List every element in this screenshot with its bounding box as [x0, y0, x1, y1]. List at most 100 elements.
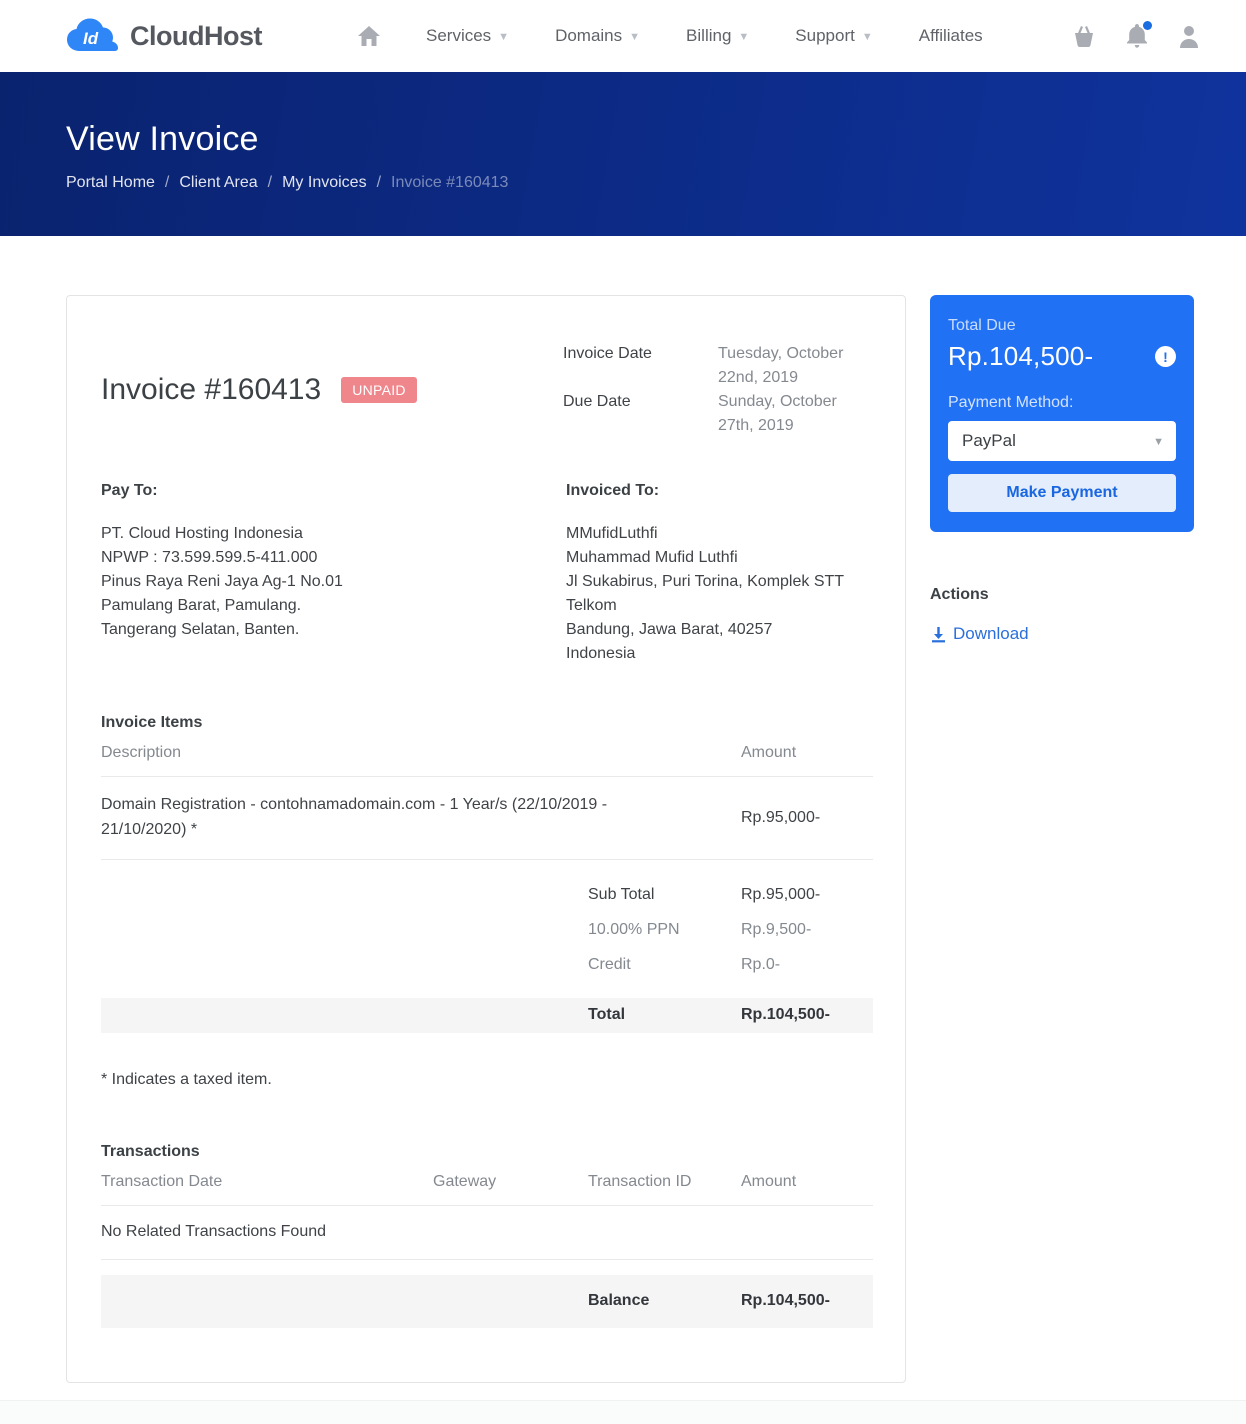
due-date-label: Due Date: [563, 393, 631, 410]
pay-to-line: Tangerang Selatan, Banten.: [101, 621, 300, 638]
user-account-icon[interactable]: [1178, 25, 1200, 48]
invoice-dates: Invoice Date Tuesday, October 22nd, 2019…: [563, 342, 873, 438]
nav-item-domains[interactable]: Domains ▼: [555, 26, 640, 46]
download-icon: [930, 626, 947, 643]
column-amount: Amount: [741, 1173, 797, 1190]
invoiced-to-line: Jl Sukabirus, Puri Torina, Komplek STT T…: [566, 573, 844, 614]
total-value: Rp.104,500-: [741, 1006, 830, 1023]
invoiced-to-line: Indonesia: [566, 645, 636, 662]
pay-to-block: Pay To: PT. Cloud Hosting Indonesia NPWP…: [101, 482, 566, 666]
payment-method-select[interactable]: PayPal ▼: [948, 421, 1176, 461]
pay-to-line: Pamulang Barat, Pamulang.: [101, 597, 302, 614]
nav-item-services[interactable]: Services ▼: [426, 26, 509, 46]
totals-section: Sub Total Rp.95,000- 10.00% PPN Rp.9,500…: [101, 878, 873, 1033]
total-row: Total Rp.104,500-: [101, 998, 873, 1033]
breadcrumb-my-invoices[interactable]: My Invoices: [282, 174, 366, 192]
brand-logo[interactable]: Id CloudHost: [66, 17, 262, 55]
total-due-amount: Rp.104,500-: [948, 341, 1094, 371]
invoiced-to-label: Invoiced To:: [566, 482, 660, 499]
brand-name: CloudHost: [130, 20, 262, 51]
no-transactions-message: No Related Transactions Found: [101, 1206, 873, 1260]
invoiced-to-line: Bandung, Jawa Barat, 40257: [566, 621, 773, 638]
transactions-table-header: Transaction Date Gateway Transaction ID …: [101, 1161, 873, 1206]
item-amount: Rp.95,000-: [741, 808, 821, 826]
invoice-sidebar: Total Due Rp.104,500- ! Payment Method: …: [930, 295, 1194, 648]
sub-total-label: Sub Total: [588, 886, 655, 903]
invoiced-to-line: Muhammad Mufid Luthfi: [566, 549, 738, 566]
pay-to-label: Pay To:: [101, 482, 158, 499]
column-transaction-id: Transaction ID: [588, 1173, 692, 1190]
chevron-down-icon: ▼: [738, 30, 750, 43]
breadcrumb-separator: /: [164, 174, 170, 191]
page-footer: [0, 1400, 1246, 1424]
balance-value: Rp.104,500-: [741, 1292, 830, 1309]
items-table-header: Description Amount: [101, 732, 873, 777]
balance-row: Balance Rp.104,500-: [101, 1275, 873, 1328]
total-due-card: Total Due Rp.104,500- ! Payment Method: …: [930, 295, 1194, 532]
navbar-actions: [1072, 21, 1200, 48]
column-amount: Amount: [741, 744, 797, 761]
invoice-item-row: Domain Registration - contohnamadomain.c…: [101, 777, 873, 860]
chevron-down-icon: ▼: [1153, 435, 1164, 448]
tax-label: 10.00% PPN: [588, 921, 680, 938]
credit-value: Rp.0-: [741, 956, 781, 973]
cart-icon[interactable]: [1072, 25, 1096, 47]
breadcrumb-separator: /: [267, 174, 273, 191]
invoice-card: Invoice #160413 UNPAID Invoice Date Tues…: [66, 295, 906, 1383]
payment-method-selected-value: PayPal: [962, 431, 1016, 450]
payment-method-label: Payment Method:: [948, 394, 1074, 411]
download-label: Download: [953, 624, 1029, 643]
home-icon[interactable]: [357, 26, 380, 46]
breadcrumb-client-area[interactable]: Client Area: [179, 174, 257, 192]
breadcrumb: Portal Home / Client Area / My Invoices …: [66, 174, 1180, 192]
download-link[interactable]: Download: [930, 624, 1029, 644]
pay-to-line: PT. Cloud Hosting Indonesia: [101, 525, 303, 542]
notification-dot: [1143, 21, 1152, 30]
item-description: Domain Registration - contohnamadomain.c…: [101, 796, 608, 838]
chevron-down-icon: ▼: [629, 30, 641, 43]
column-transaction-date: Transaction Date: [101, 1173, 223, 1190]
invoice-date-value: Tuesday, October 22nd, 2019: [718, 345, 844, 386]
invoice-date-label: Invoice Date: [563, 345, 652, 362]
main-content: Invoice #160413 UNPAID Invoice Date Tues…: [0, 236, 1246, 1400]
invoice-items-heading: Invoice Items: [101, 714, 203, 731]
status-badge: UNPAID: [341, 377, 417, 403]
make-payment-button[interactable]: Make Payment: [948, 474, 1176, 512]
invoice-items-section: Invoice Items Description Amount Domain …: [101, 714, 873, 1033]
taxed-item-note: * Indicates a taxed item.: [101, 1071, 272, 1088]
nav-item-billing[interactable]: Billing ▼: [686, 26, 749, 46]
sub-total-value: Rp.95,000-: [741, 886, 821, 903]
page-title: View Invoice: [66, 120, 259, 158]
invoice-header: Invoice #160413 UNPAID Invoice Date Tues…: [101, 342, 873, 438]
chevron-down-icon: ▼: [861, 30, 873, 43]
column-gateway: Gateway: [433, 1173, 497, 1190]
cloud-logo-icon: Id: [66, 17, 122, 55]
total-label: Total: [588, 1006, 626, 1023]
notifications-bell-icon[interactable]: [1126, 21, 1152, 48]
pay-to-line: Pinus Raya Reni Jaya Ag-1 No.01: [101, 573, 343, 590]
tax-value: Rp.9,500-: [741, 921, 812, 938]
actions-heading: Actions: [930, 586, 989, 603]
breadcrumb-current-invoice: Invoice #160413: [391, 174, 509, 191]
breadcrumb-portal-home[interactable]: Portal Home: [66, 174, 155, 192]
main-nav: Services ▼ Domains ▼ Billing ▼ Support ▼…: [357, 26, 983, 46]
nav-item-support[interactable]: Support ▼: [795, 26, 872, 46]
info-icon[interactable]: !: [1155, 346, 1176, 367]
chevron-down-icon: ▼: [498, 30, 510, 43]
balance-label: Balance: [588, 1292, 650, 1309]
pay-to-line: NPWP : 73.599.599.5-411.000: [101, 549, 318, 566]
invoice-number-title: Invoice #160413: [101, 373, 322, 406]
credit-label: Credit: [588, 956, 631, 973]
address-section: Pay To: PT. Cloud Hosting Indonesia NPWP…: [101, 482, 873, 666]
transactions-heading: Transactions: [101, 1143, 200, 1160]
top-navbar: Id CloudHost Services ▼ Domains ▼ Billin…: [0, 0, 1246, 72]
invoiced-to-block: Invoiced To: MMufidLuthfi Muhammad Mufid…: [566, 482, 876, 666]
breadcrumb-separator: /: [376, 174, 382, 191]
column-description: Description: [101, 744, 182, 761]
due-date-value: Sunday, October 27th, 2019: [718, 393, 837, 434]
svg-text:Id: Id: [83, 29, 99, 48]
nav-item-affiliates[interactable]: Affiliates: [919, 26, 983, 46]
transactions-section: Transactions Transaction Date Gateway Tr…: [101, 1143, 873, 1328]
page-header: View Invoice Portal Home / Client Area /…: [0, 72, 1246, 236]
invoiced-to-line: MMufidLuthfi: [566, 525, 658, 542]
